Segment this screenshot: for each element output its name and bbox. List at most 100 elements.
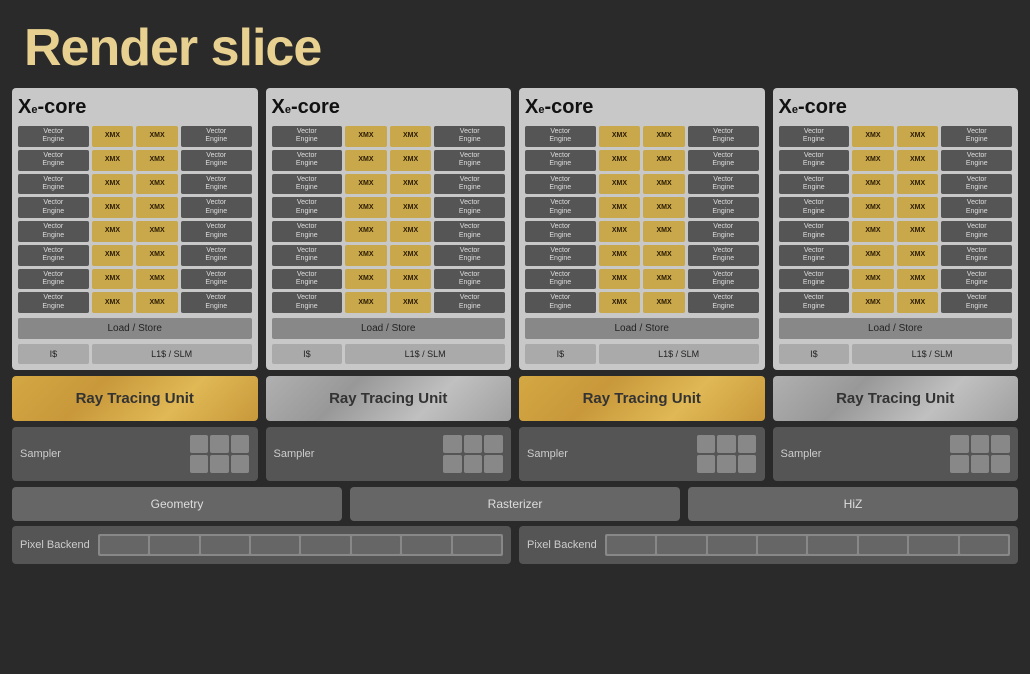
- sampler-cell: [484, 435, 503, 453]
- xmx-block: XMX: [345, 245, 387, 266]
- geo-rast-row: Geometry Rasterizer HiZ: [12, 487, 1018, 521]
- load-store-bar-4: Load / Store: [779, 318, 1013, 339]
- vector-row-4-5: VectorEngineXMXXMXVectorEngine: [779, 245, 1013, 266]
- rasterizer-block: Rasterizer: [350, 487, 680, 521]
- pixel-backend-2-label: Pixel Backend: [527, 539, 597, 551]
- xe-core-card-3: Xe-coreVectorEngineXMXXMXVectorEngineVec…: [519, 88, 765, 370]
- vector-engine-block: VectorEngine: [434, 269, 505, 290]
- vector-engine-block: VectorEngine: [941, 174, 1012, 195]
- xmx-block: XMX: [136, 292, 178, 313]
- sampler-grid-1: [190, 435, 250, 473]
- vector-row-4-7: VectorEngineXMXXMXVectorEngine: [779, 292, 1013, 313]
- xmx-block: XMX: [92, 150, 134, 171]
- vector-engine-block: VectorEngine: [18, 269, 89, 290]
- xmx-block: XMX: [390, 269, 432, 290]
- xmx-block: XMX: [897, 245, 939, 266]
- vector-engine-block: VectorEngine: [272, 197, 343, 218]
- sampler-cell: [210, 455, 229, 473]
- hiz-block: HiZ: [688, 487, 1018, 521]
- vector-engine-block: VectorEngine: [688, 269, 759, 290]
- xmx-block: XMX: [599, 245, 641, 266]
- sampler-cell: [464, 435, 483, 453]
- vector-row-4-3: VectorEngineXMXXMXVectorEngine: [779, 197, 1013, 218]
- sampler-cell: [738, 455, 757, 473]
- xmx-block: XMX: [345, 150, 387, 171]
- vector-row-3-4: VectorEngineXMXXMXVectorEngine: [525, 221, 759, 242]
- xmx-block: XMX: [390, 197, 432, 218]
- xmx-block: XMX: [643, 269, 685, 290]
- vector-row-1-1: VectorEngineXMXXMXVectorEngine: [18, 150, 252, 171]
- xmx-block: XMX: [136, 245, 178, 266]
- vector-row-1-7: VectorEngineXMXXMXVectorEngine: [18, 292, 252, 313]
- xmx-block: XMX: [643, 174, 685, 195]
- vector-row-2-6: VectorEngineXMXXMXVectorEngine: [272, 269, 506, 290]
- vector-engine-block: VectorEngine: [18, 126, 89, 147]
- xmx-block: XMX: [599, 126, 641, 147]
- i-cache-2: I$: [272, 344, 343, 364]
- sampler-label-4: Sampler: [781, 448, 943, 460]
- sampler-cell: [464, 455, 483, 473]
- vector-engine-block: VectorEngine: [434, 245, 505, 266]
- xmx-block: XMX: [136, 174, 178, 195]
- vector-row-3-1: VectorEngineXMXXMXVectorEngine: [525, 150, 759, 171]
- xmx-block: XMX: [92, 174, 134, 195]
- vector-engine-block: VectorEngine: [688, 197, 759, 218]
- vector-engine-block: VectorEngine: [941, 269, 1012, 290]
- vector-engine-block: VectorEngine: [525, 269, 596, 290]
- vector-engine-block: VectorEngine: [272, 174, 343, 195]
- cache-row-3: I$L1$ / SLM: [525, 344, 759, 364]
- xmx-block: XMX: [345, 221, 387, 242]
- xmx-block: XMX: [897, 197, 939, 218]
- page-title: Render slice: [0, 0, 1030, 88]
- vector-row-2-3: VectorEngineXMXXMXVectorEngine: [272, 197, 506, 218]
- pixel-backend-2: Pixel Backend: [519, 526, 1018, 564]
- xmx-block: XMX: [136, 197, 178, 218]
- vector-engine-block: VectorEngine: [18, 245, 89, 266]
- xmx-block: XMX: [345, 126, 387, 147]
- geometry-label: Geometry: [151, 497, 204, 511]
- vector-engine-block: VectorEngine: [525, 126, 596, 147]
- sampler-block-3: Sampler: [519, 427, 765, 481]
- vector-engine-block: VectorEngine: [525, 245, 596, 266]
- xmx-block: XMX: [643, 292, 685, 313]
- vector-row-4-4: VectorEngineXMXXMXVectorEngine: [779, 221, 1013, 242]
- sampler-row: SamplerSamplerSamplerSampler: [12, 427, 1018, 481]
- vector-engine-block: VectorEngine: [779, 197, 850, 218]
- sampler-grid-4: [950, 435, 1010, 473]
- vector-engine-block: VectorEngine: [688, 221, 759, 242]
- rasterizer-label: Rasterizer: [488, 497, 543, 511]
- vector-engine-block: VectorEngine: [18, 197, 89, 218]
- xmx-block: XMX: [390, 245, 432, 266]
- vector-engine-block: VectorEngine: [434, 150, 505, 171]
- pixel-backend-row: Pixel Backend Pixel Backend: [12, 526, 1018, 564]
- geometry-block: Geometry: [12, 487, 342, 521]
- vector-engine-block: VectorEngine: [181, 150, 252, 171]
- xmx-block: XMX: [345, 292, 387, 313]
- xe-core-label-1: Xe-core: [18, 96, 252, 119]
- load-store-bar-2: Load / Store: [272, 318, 506, 339]
- ray-tracing-unit-2: Ray Tracing Unit: [266, 376, 512, 421]
- vector-engine-block: VectorEngine: [688, 174, 759, 195]
- xmx-block: XMX: [897, 221, 939, 242]
- vector-engine-block: VectorEngine: [434, 292, 505, 313]
- l1-cache-1: L1$ / SLM: [92, 344, 252, 364]
- xmx-block: XMX: [390, 221, 432, 242]
- xmx-block: XMX: [345, 174, 387, 195]
- vector-engine-block: VectorEngine: [272, 292, 343, 313]
- xmx-block: XMX: [390, 174, 432, 195]
- vector-row-3-2: VectorEngineXMXXMXVectorEngine: [525, 174, 759, 195]
- vector-engine-block: VectorEngine: [434, 126, 505, 147]
- xmx-block: XMX: [599, 174, 641, 195]
- vector-engine-block: VectorEngine: [779, 150, 850, 171]
- sampler-cell: [971, 455, 990, 473]
- i-cache-1: I$: [18, 344, 89, 364]
- vector-engine-block: VectorEngine: [272, 126, 343, 147]
- load-store-bar-3: Load / Store: [525, 318, 759, 339]
- sampler-cell: [738, 435, 757, 453]
- sampler-cell: [991, 435, 1010, 453]
- sampler-cell: [971, 435, 990, 453]
- sampler-block-2: Sampler: [266, 427, 512, 481]
- vector-row-1-2: VectorEngineXMXXMXVectorEngine: [18, 174, 252, 195]
- xmx-block: XMX: [390, 292, 432, 313]
- pixel-backend-1-label: Pixel Backend: [20, 539, 90, 551]
